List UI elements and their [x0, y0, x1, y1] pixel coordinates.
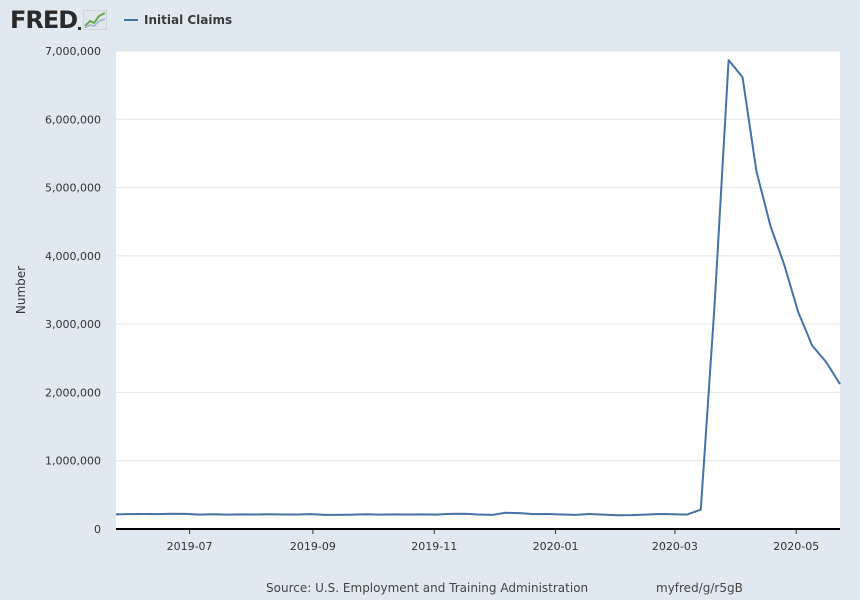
y-axis-title: Number — [14, 266, 28, 314]
x-tick-label: 2020-01 — [533, 540, 579, 553]
y-axis-ticks: 0 1,000,000 2,000,000 3,000,000 4,000,000 5,0… — [45, 45, 101, 536]
y-tick-label: 7,000,000 — [45, 45, 101, 58]
short-url-link[interactable]: myfred/g/r5gB — [656, 581, 743, 595]
source-text: Source: U.S. Employment and Training Adm… — [266, 581, 589, 595]
x-tick-label: 2020-05 — [773, 540, 819, 553]
x-tick-label: 2019-11 — [411, 540, 457, 553]
fred-graph-page: FRED Initial Claims 0 1,000,000 2,000,000 3… — [0, 0, 860, 600]
x-axis-ticks: 2019-07 2019-09 2019-11 2020-01 2020-03 2020-… — [167, 529, 819, 553]
y-tick-label: 6,000,000 — [45, 113, 101, 126]
y-tick-label: 4,000,000 — [45, 250, 101, 263]
x-tick-label: 2019-07 — [167, 540, 213, 553]
y-tick-label: 3,000,000 — [45, 318, 101, 331]
y-tick-label: 2,000,000 — [45, 386, 101, 399]
initial-claims-chart: 0 1,000,000 2,000,000 3,000,000 4,000,000 5,0… — [14, 45, 841, 553]
x-tick-label: 2019-09 — [290, 540, 336, 553]
y-tick-label: 1,000,000 — [45, 455, 101, 468]
y-tick-label: 0 — [94, 523, 101, 536]
x-tick-label: 2020-03 — [652, 540, 698, 553]
y-tick-label: 5,000,000 — [45, 182, 101, 195]
plot-area — [116, 51, 840, 529]
